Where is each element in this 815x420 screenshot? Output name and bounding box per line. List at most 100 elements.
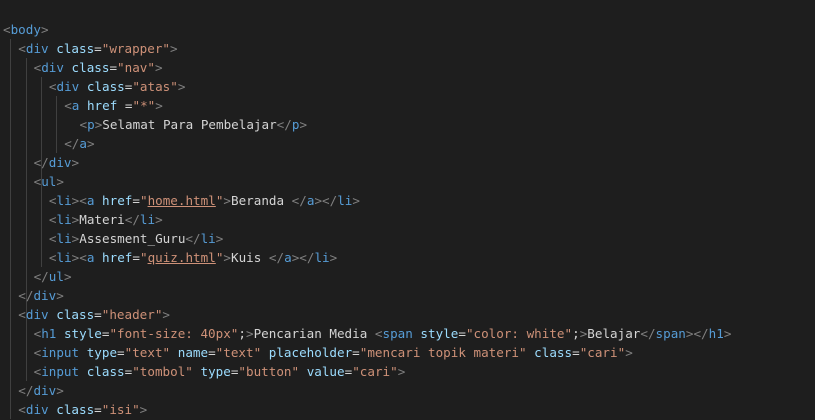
code-token: </ (640, 326, 656, 341)
code-token: a (284, 250, 292, 265)
code-token: Pencarian Media (253, 326, 375, 341)
code-line[interactable]: </div> (18, 286, 64, 305)
code-token: "header" (101, 307, 163, 322)
code-token: div (48, 155, 72, 170)
code-token: </ (268, 250, 285, 265)
code-token: > (314, 193, 323, 208)
code-line[interactable]: <li>Assesment_Guru</li> (49, 229, 223, 248)
code-line[interactable]: <ul> (34, 172, 64, 191)
code-token: > (170, 41, 178, 56)
code-token: < (18, 41, 26, 56)
code-token: > (139, 402, 148, 417)
code-token: "atas" (132, 79, 178, 94)
code-token: "*" (132, 98, 156, 113)
code-token: > (223, 193, 231, 208)
code-token: class (56, 402, 95, 417)
code-token: li (139, 212, 156, 227)
code-token: < (64, 98, 72, 113)
code-line[interactable]: <h1 style="font-size: 40px";>Pencarian M… (34, 324, 732, 343)
code-token: value (306, 364, 345, 379)
code-token: = (132, 250, 140, 265)
code-line[interactable]: <li><a href="quiz.html">Kuis </a></li> (49, 248, 337, 267)
code-token: Selamat Para Pembelajar (102, 117, 277, 132)
code-line[interactable]: <input class="tombol" type="button" valu… (34, 362, 406, 381)
code-token: li (337, 193, 353, 208)
code-line[interactable]: <a href ="*"> (64, 96, 163, 115)
code-token: </ (291, 193, 307, 208)
code-token: > (215, 231, 224, 246)
code-line[interactable]: <input type="text" name="text" placehold… (34, 343, 633, 362)
code-token: name (177, 345, 209, 360)
code-token: </ (33, 155, 49, 170)
code-token: span (382, 326, 413, 341)
code-token: class (86, 364, 125, 379)
code-token: < (3, 22, 11, 37)
code-token: div (33, 288, 57, 303)
code-token: "tombol" (132, 364, 193, 379)
code-token: class (86, 79, 125, 94)
code-token: Beranda (231, 193, 292, 208)
code-line[interactable]: <li>Materi</li> (49, 210, 163, 229)
code-token: > (329, 250, 338, 265)
code-token: "text" (124, 345, 171, 360)
code-line[interactable]: <li><a href="home.html">Beranda </a></li… (49, 191, 360, 210)
code-token: "wrapper" (101, 41, 170, 56)
code-line[interactable]: <div class="header"> (18, 305, 170, 324)
code-token: li (56, 212, 72, 227)
code-token: class (71, 60, 110, 75)
code-token: < (79, 117, 88, 132)
code-line[interactable]: </a> (64, 134, 94, 153)
code-token: type (86, 345, 118, 360)
code-line[interactable]: <p>Selamat Para Pembelajar</p> (80, 115, 308, 134)
code-token: href (86, 98, 118, 113)
code-token: > (56, 288, 64, 303)
code-token: style (63, 326, 102, 341)
code-token: class (56, 307, 95, 322)
code-token: div (25, 402, 49, 417)
code-token: = (208, 345, 216, 360)
code-token: class (534, 345, 573, 360)
code-token: "button" (238, 364, 300, 379)
code-token: </ (299, 250, 315, 265)
indent-guide (10, 39, 12, 419)
code-token: > (86, 136, 95, 151)
code-token: = (352, 345, 360, 360)
indent-guide (25, 58, 27, 381)
code-line[interactable]: <div class="wrapper"> (18, 39, 177, 58)
code-token: type (200, 364, 231, 379)
code-token: "nav" (117, 60, 155, 75)
code-token: li (56, 193, 72, 208)
code-token: h1 (708, 326, 724, 341)
code-token: > (397, 364, 406, 379)
code-token: "isi" (101, 402, 140, 417)
link-token: home.html (147, 193, 216, 208)
code-token: > (177, 79, 186, 94)
code-token: "mencari topik materi" (359, 345, 527, 360)
code-token: </ (693, 326, 709, 341)
code-token: > (155, 98, 163, 113)
code-token: > (245, 326, 254, 341)
code-token: </ (124, 212, 140, 227)
code-line[interactable]: <div class="nav"> (34, 58, 163, 77)
code-token: </ (276, 117, 292, 132)
code-line[interactable]: </ul> (34, 267, 72, 286)
code-token: li (56, 250, 72, 265)
code-token: href (102, 250, 133, 265)
code-line[interactable]: </div> (18, 381, 64, 400)
code-line[interactable]: <body> (3, 20, 49, 39)
code-line[interactable]: <div class="atas"> (49, 77, 186, 96)
code-editor[interactable]: <body> <div class="wrapper"> <div class="n… (0, 0, 815, 420)
code-line[interactable]: </div> (34, 153, 80, 172)
code-token: style (420, 326, 459, 341)
code-token: = (109, 60, 118, 75)
code-token: </ (18, 288, 34, 303)
code-token: </ (64, 136, 80, 151)
link-token: quiz.html (147, 250, 216, 265)
code-line[interactable]: <div class="isi"> (18, 400, 147, 419)
code-token: > (40, 22, 49, 37)
code-token: < (18, 402, 26, 417)
code-token: > (162, 307, 171, 322)
